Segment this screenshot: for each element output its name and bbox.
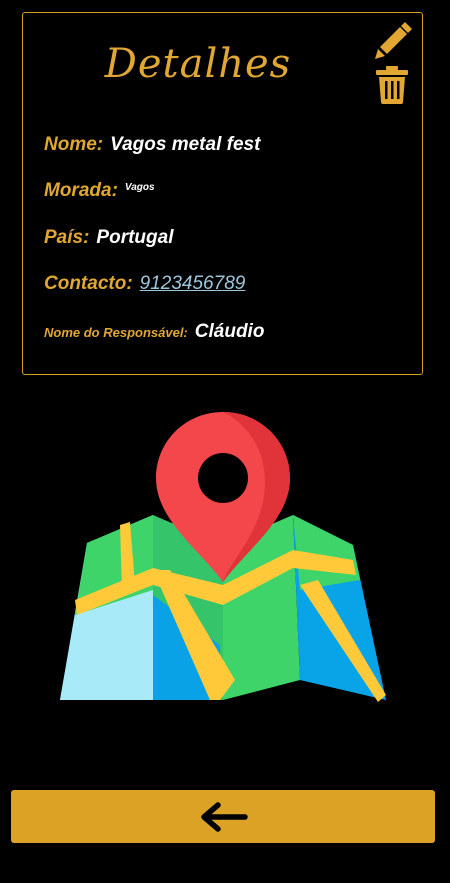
map-pin-icon: [60, 412, 386, 702]
field-contacto: Contacto: 9123456789: [44, 273, 245, 295]
edit-button[interactable]: [372, 22, 412, 62]
field-label: Nome do Responsável:: [44, 325, 188, 340]
field-label: País:: [44, 227, 90, 248]
field-nome: Nome: Vagos metal fest: [44, 134, 260, 156]
field-value: Portugal: [96, 227, 174, 248]
pencil-icon: [375, 22, 412, 59]
field-label: Contacto:: [44, 273, 133, 294]
details-card: Detalhes Nome: Vagos metal fest Morada: …: [22, 12, 423, 375]
back-button[interactable]: [11, 790, 435, 843]
field-label: Nome:: [44, 134, 104, 155]
field-value: Vagos: [124, 182, 155, 193]
field-pais: País: Portugal: [44, 227, 173, 249]
field-value: Vagos metal fest: [110, 134, 261, 155]
field-value: Cláudio: [194, 321, 265, 342]
phone-link[interactable]: 9123456789: [140, 273, 246, 295]
field-label: Morada:: [44, 180, 118, 201]
trash-icon: [376, 66, 408, 104]
field-morada: Morada: Vagos: [44, 180, 155, 202]
delete-button[interactable]: [375, 66, 409, 104]
field-responsavel: Nome do Responsável: Cláudio: [44, 321, 264, 343]
arrow-left-icon: [201, 801, 248, 832]
event-details-screen: Detalhes Nome: Vagos metal fest Morada: …: [0, 0, 450, 883]
map-button[interactable]: [60, 410, 386, 705]
card-title: Detalhes: [104, 41, 292, 87]
